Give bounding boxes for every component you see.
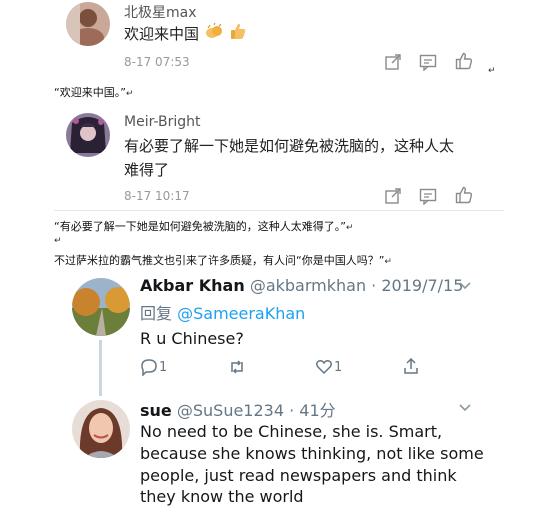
tweet-handle[interactable]: @akbarmkhan bbox=[250, 276, 366, 295]
chevron-down-icon[interactable] bbox=[458, 403, 472, 413]
share-icon[interactable] bbox=[384, 187, 402, 205]
tweet-date[interactable]: 2019/7/15 bbox=[381, 276, 463, 295]
tweet-handle[interactable]: @SuSue1234 bbox=[177, 401, 284, 420]
comment-timestamp: 8-17 07:53 bbox=[124, 55, 190, 69]
clap-emoji-icon bbox=[204, 22, 224, 48]
share-upload-icon[interactable] bbox=[402, 357, 420, 375]
commenter-name[interactable]: Meir-Bright bbox=[124, 114, 201, 130]
return-mark: ↵ bbox=[125, 89, 134, 99]
retweet-icon[interactable] bbox=[228, 358, 246, 376]
thumbs-up-emoji-icon bbox=[229, 22, 247, 48]
quote-line: “有必要了解一下她是如何避免被洗脑的，这种人太难得了。”↵ bbox=[54, 218, 353, 234]
quote-text: “欢迎来中国。” bbox=[54, 86, 126, 99]
tweet-display-name[interactable]: sue bbox=[140, 401, 172, 420]
tweet-meta-dot: · bbox=[371, 276, 377, 295]
avatar-beijixing[interactable] bbox=[66, 2, 110, 46]
tweet-text-line-4: they know the world bbox=[140, 487, 304, 506]
comment-text-line-1: 有必要了解一下她是如何避免被洗脑的，这种人太 bbox=[124, 137, 455, 155]
comment-text-line-2: 难得了 bbox=[124, 161, 170, 179]
reply-count: 1 bbox=[159, 360, 168, 375]
comment-icon[interactable] bbox=[419, 53, 437, 71]
tweet-time[interactable]: 41分 bbox=[299, 401, 335, 420]
tweet-text-line-2: because she knows thinking, not like som… bbox=[140, 444, 484, 463]
comment-text: 欢迎来中国 bbox=[124, 21, 247, 48]
tweet-display-name[interactable]: Akbar Khan bbox=[140, 276, 245, 295]
tweet-header: sue @SuSue1234 · 41分 bbox=[140, 397, 336, 421]
return-mark: ↵ bbox=[345, 223, 354, 233]
heart-icon[interactable] bbox=[315, 358, 333, 376]
tweet-text-line-3: people, just read newspapers and think bbox=[140, 466, 457, 485]
return-mark: ↵ bbox=[384, 257, 392, 267]
tweet-reply-context: 回复 @SameeraKhan bbox=[140, 300, 305, 324]
chevron-down-icon[interactable] bbox=[458, 281, 472, 291]
reply-icon[interactable] bbox=[140, 358, 158, 376]
commenter-name[interactable]: 北极星max bbox=[124, 2, 197, 22]
narrative-line: 不过萨米拉的霸气推文也引来了许多质疑，有人问“你是中国人吗？”↵ bbox=[54, 252, 392, 268]
like-icon[interactable] bbox=[455, 186, 473, 204]
avatar-meir-bright[interactable] bbox=[66, 113, 110, 157]
avatar-akbar-khan[interactable] bbox=[72, 278, 130, 336]
tweet-header: Akbar Khan @akbarmkhan · 2019/7/15 bbox=[140, 276, 463, 295]
tweet-meta-dot: · bbox=[289, 401, 295, 420]
thread-connector-line bbox=[99, 340, 102, 396]
quote-line: “欢迎来中国。”↵ bbox=[54, 84, 133, 100]
like-count: 1 bbox=[334, 360, 343, 375]
reply-to-link[interactable]: @SameeraKhan bbox=[177, 304, 305, 323]
avatar-sue[interactable] bbox=[72, 400, 130, 458]
weibo-bottom-divider bbox=[54, 210, 504, 211]
tweet-text: R u Chinese? bbox=[140, 329, 244, 348]
tweet-text-line-1: No need to be Chinese, she is. Smart, bbox=[140, 422, 443, 441]
return-mark: ↵ bbox=[54, 236, 62, 246]
comment-icon[interactable] bbox=[419, 187, 437, 205]
reply-label: 回复 bbox=[140, 304, 173, 323]
share-icon[interactable] bbox=[384, 53, 402, 71]
quote-text: “有必要了解一下她是如何避免被洗脑的，这种人太难得了。” bbox=[54, 220, 346, 233]
comment-text-content: 欢迎来中国 bbox=[124, 25, 200, 43]
like-icon[interactable] bbox=[455, 52, 473, 70]
narrative-text: 不过萨米拉的霸气推文也引来了许多质疑，有人问“你是中国人吗？” bbox=[54, 254, 385, 267]
comment-timestamp: 8-17 10:17 bbox=[124, 189, 190, 203]
return-mark: ↵ bbox=[488, 66, 496, 76]
